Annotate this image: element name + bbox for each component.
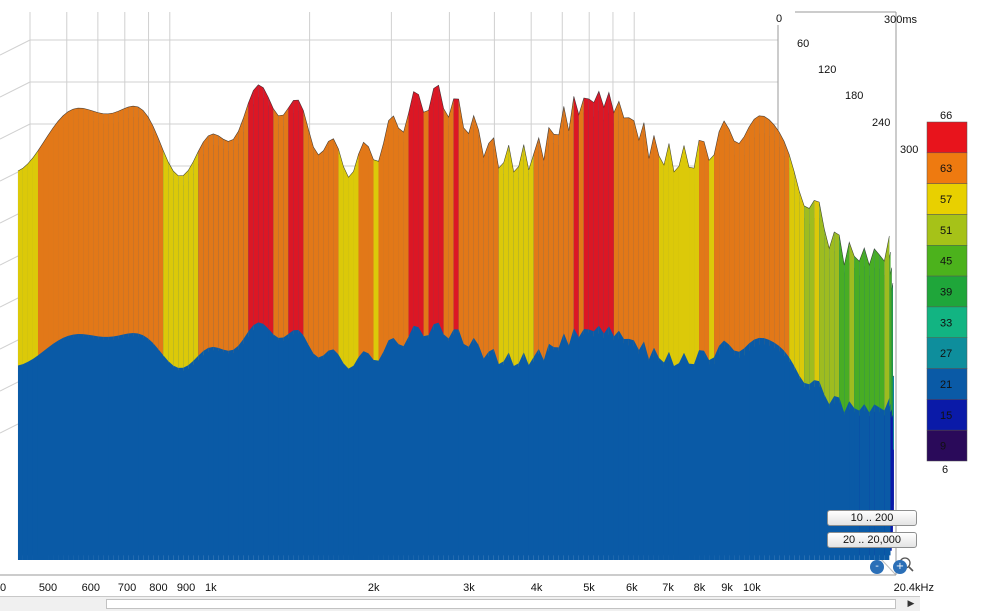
time-tick-label: 0 bbox=[776, 13, 782, 25]
time-axis-max-label: 300ms bbox=[884, 14, 918, 26]
time-tick-label: 120 bbox=[818, 64, 836, 76]
time-tick-label: 300 bbox=[900, 144, 918, 156]
time-tick-label: 180 bbox=[845, 90, 863, 102]
time-tick-label: 240 bbox=[872, 117, 890, 129]
time-tick-label: 60 bbox=[797, 38, 809, 50]
